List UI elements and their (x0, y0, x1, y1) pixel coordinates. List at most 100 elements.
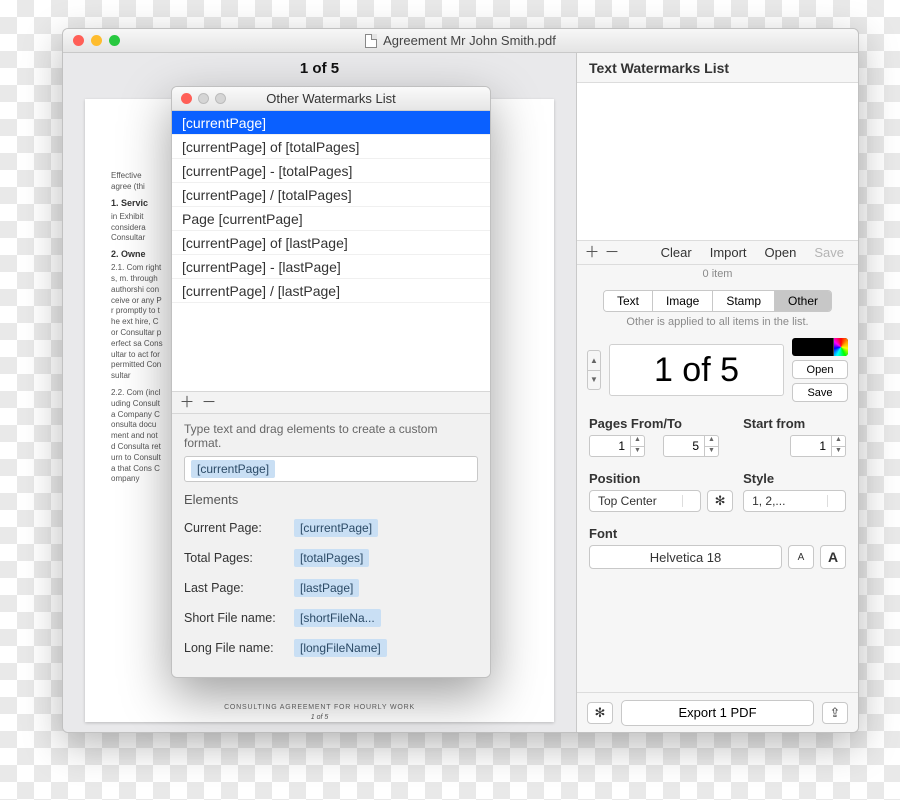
style-select[interactable]: 1, 2,... ▲▼ (743, 490, 846, 512)
tab-other[interactable]: Other (775, 291, 831, 311)
element-token[interactable]: [longFileName] (294, 639, 387, 657)
element-label: Long File name: (184, 641, 294, 655)
share-button[interactable]: ⇪ (822, 702, 848, 724)
zoom-icon[interactable] (109, 35, 120, 46)
zoom-icon[interactable] (215, 93, 226, 104)
font-label: Font (589, 526, 846, 541)
font-value: Helvetica 18 (650, 550, 722, 565)
clear-button[interactable]: Clear (653, 242, 700, 264)
open-button[interactable]: Open (757, 242, 805, 264)
doc-para: 2.1. Com rights, m. through authorshi co… (111, 263, 163, 382)
element-row: Total Pages: [totalPages] (184, 543, 478, 573)
settings-button[interactable]: ✻ (587, 702, 613, 724)
size-stepper[interactable]: ▲▼ (587, 350, 601, 390)
color-swatch[interactable] (792, 338, 848, 356)
element-row: Long File name: [longFileName] (184, 633, 478, 663)
panel-title: Text Watermarks List (577, 53, 858, 83)
close-icon[interactable] (181, 93, 192, 104)
pages-from-input[interactable]: ▲▼ (589, 435, 645, 457)
list-item[interactable]: [currentPage] / [totalPages] (172, 183, 490, 207)
start-from-input[interactable]: ▲▼ (790, 435, 846, 457)
tab-stamp[interactable]: Stamp (713, 291, 775, 311)
doc-para: 2.2. Com (including Consulta Company Con… (111, 388, 163, 485)
form-area: Pages From/To ▲▼ ▲▼ (577, 412, 858, 569)
font-select[interactable]: Helvetica 18 (589, 545, 782, 569)
format-token[interactable]: [currentPage] (191, 460, 275, 478)
dialog-title: Other Watermarks List (266, 91, 396, 106)
list-item[interactable]: [currentPage] of [lastPage] (172, 231, 490, 255)
custom-format-input[interactable]: [currentPage] (184, 456, 478, 482)
main-titlebar: Agreement Mr John Smith.pdf (63, 29, 858, 53)
right-panel: Text Watermarks List ＋ － Clear Import Op… (577, 53, 858, 732)
watermarks-list[interactable] (577, 83, 858, 241)
save-watermark-button[interactable]: Save (792, 383, 848, 402)
add-button[interactable]: ＋ (583, 244, 601, 262)
dialog-add-remove: ＋ － (172, 391, 490, 413)
element-row: Current Page: [currentPage] (184, 513, 478, 543)
page-indicator: 1 of 5 (63, 53, 576, 83)
position-label: Position (589, 471, 733, 486)
share-icon: ⇪ (830, 705, 841, 721)
element-token[interactable]: [shortFileNa... (294, 609, 381, 627)
pages-from-field[interactable] (589, 435, 631, 457)
elements-title: Elements (184, 492, 478, 507)
list-item[interactable]: [currentPage] (172, 111, 490, 135)
tab-row: Text Image Stamp Other (577, 286, 858, 312)
tab-caption: Other is applied to all items in the lis… (577, 312, 858, 336)
watermark-preview-row: ▲▼ 1 of 5 Open Save (577, 336, 858, 412)
list-toolbar: ＋ － Clear Import Open Save (577, 241, 858, 265)
save-button[interactable]: Save (806, 242, 852, 264)
minimize-icon[interactable] (91, 35, 102, 46)
import-button[interactable]: Import (702, 242, 755, 264)
list-item[interactable]: [currentPage] - [totalPages] (172, 159, 490, 183)
close-icon[interactable] (73, 35, 84, 46)
style-label: Style (743, 471, 846, 486)
dialog-list-blank (172, 303, 490, 391)
dialog-hint: Type text and drag elements to create a … (184, 422, 478, 450)
list-item[interactable]: Page [currentPage] (172, 207, 490, 231)
minimize-icon[interactable] (198, 93, 209, 104)
tab-text[interactable]: Text (604, 291, 653, 311)
element-label: Short File name: (184, 611, 294, 625)
spinner-icon[interactable]: ▲▼ (705, 435, 719, 457)
element-label: Total Pages: (184, 551, 294, 565)
window-title: Agreement Mr John Smith.pdf (383, 33, 556, 48)
font-larger-button[interactable]: A (820, 545, 846, 569)
dialog-list: [currentPage] [currentPage] of [totalPag… (172, 111, 490, 303)
pages-to-input[interactable]: ▲▼ (663, 435, 719, 457)
element-label: Last Page: (184, 581, 294, 595)
list-item[interactable]: [currentPage] of [totalPages] (172, 135, 490, 159)
spinner-icon[interactable]: ▲▼ (832, 435, 846, 457)
element-token[interactable]: [totalPages] (294, 549, 369, 567)
list-item[interactable]: [currentPage] - [lastPage] (172, 255, 490, 279)
dialog-lower: Type text and drag elements to create a … (172, 413, 490, 677)
dialog-add-button[interactable]: ＋ (178, 394, 196, 412)
gear-icon: ✻ (595, 705, 606, 721)
pages-to-field[interactable] (663, 435, 705, 457)
position-select[interactable]: Top Center ▲▼ (589, 490, 701, 512)
element-token[interactable]: [currentPage] (294, 519, 378, 537)
start-from-field[interactable] (790, 435, 832, 457)
dialog-remove-button[interactable]: － (200, 394, 218, 412)
list-item[interactable]: [currentPage] / [lastPage] (172, 279, 490, 303)
export-button[interactable]: Export 1 PDF (621, 700, 814, 726)
remove-button[interactable]: － (603, 244, 621, 262)
style-value: 1, 2,... (752, 494, 785, 508)
doc-pagenum: 1 of 5 (85, 713, 554, 722)
font-smaller-button[interactable]: A (788, 545, 814, 569)
dialog-titlebar: Other Watermarks List (172, 87, 490, 111)
position-gear-button[interactable]: ✻ (707, 490, 733, 512)
window-controls (73, 35, 120, 46)
element-row: Last Page: [lastPage] (184, 573, 478, 603)
spinner-icon[interactable]: ▲▼ (631, 435, 645, 457)
element-token[interactable]: [lastPage] (294, 579, 359, 597)
start-from-label: Start from (743, 416, 846, 431)
open-watermark-button[interactable]: Open (792, 360, 848, 379)
document-icon (365, 34, 377, 48)
position-value: Top Center (598, 494, 657, 508)
other-watermarks-dialog: Other Watermarks List [currentPage] [cur… (171, 86, 491, 678)
item-count: 0 item (577, 265, 858, 286)
tab-image[interactable]: Image (653, 291, 713, 311)
doc-footer: CONSULTING AGREEMENT FOR HOURLY WORK (85, 703, 554, 712)
watermark-preview: 1 of 5 (609, 344, 784, 396)
